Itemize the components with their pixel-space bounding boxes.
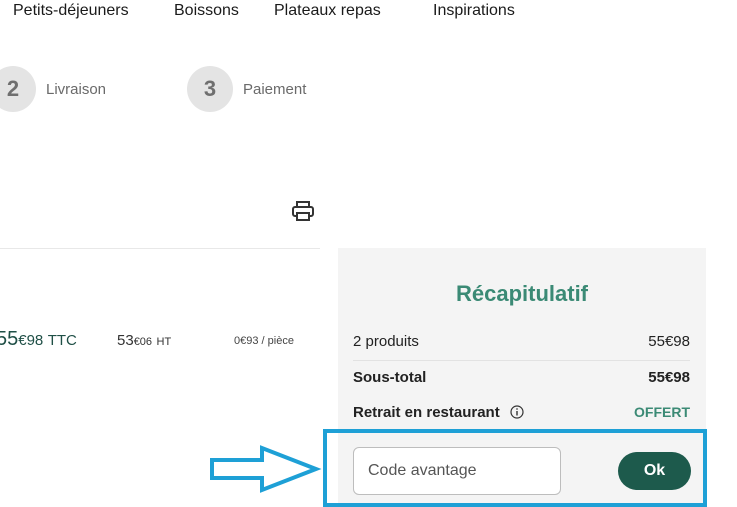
summary-row-subtotal: Sous-total 55€98: [353, 369, 690, 393]
unit-price: 0€93 / pièce: [234, 335, 294, 347]
price-ttc-main: 55: [0, 328, 19, 350]
info-icon[interactable]: [510, 404, 524, 419]
product-price-row: 55€98 TTC 53€06 HT 0€93 / pièce: [0, 328, 320, 352]
price-ttc-suffix: TTC: [47, 332, 77, 349]
top-nav: Petits-déjeuners Boissons Plateaux repas…: [0, 0, 737, 24]
price-ht-cents: €06: [133, 336, 153, 348]
subtotal-value: 55€98: [648, 369, 690, 386]
summary-title: Récapitulatif: [455, 281, 589, 306]
cart-divider: [0, 248, 320, 249]
products-value: 55€98: [648, 333, 690, 350]
price-ht: 53€06 HT: [117, 332, 171, 350]
arrow-right-icon: [210, 445, 322, 493]
promo-code-input[interactable]: [353, 447, 561, 495]
nav-item-plateaux-repas[interactable]: Plateaux repas: [274, 2, 381, 20]
nav-item-inspirations[interactable]: Inspirations: [433, 2, 515, 20]
products-label: 2 produits: [353, 333, 419, 350]
step-label: Paiement: [243, 80, 307, 98]
print-icon[interactable]: [291, 200, 315, 222]
step-number: 2: [0, 66, 36, 112]
nav-item-petits-dejeuners[interactable]: Petits-déjeuners: [13, 2, 129, 20]
price-ht-main: 53: [117, 332, 134, 349]
pickup-value: OFFERT: [634, 404, 690, 420]
summary-row-products: 2 produits 55€98: [353, 333, 690, 357]
pickup-label: Retrait en restaurant: [353, 404, 500, 421]
nav-item-boissons[interactable]: Boissons: [174, 2, 239, 20]
step-number: 3: [187, 66, 233, 112]
price-ht-suffix: HT: [156, 336, 172, 348]
summary-row-pickup: Retrait en restaurant OFFERT: [353, 404, 690, 428]
pickup-label-wrap: Retrait en restaurant: [353, 404, 524, 421]
step-livraison: 2 Livraison: [0, 66, 106, 112]
price-ttc: 55€98 TTC: [0, 328, 77, 351]
summary-divider: [353, 360, 690, 361]
step-label: Livraison: [46, 80, 107, 98]
price-ttc-cents: €98: [18, 332, 44, 349]
step-paiement: 3 Paiement: [187, 66, 306, 112]
ok-button[interactable]: Ok: [618, 452, 691, 490]
subtotal-label: Sous-total: [353, 369, 427, 386]
